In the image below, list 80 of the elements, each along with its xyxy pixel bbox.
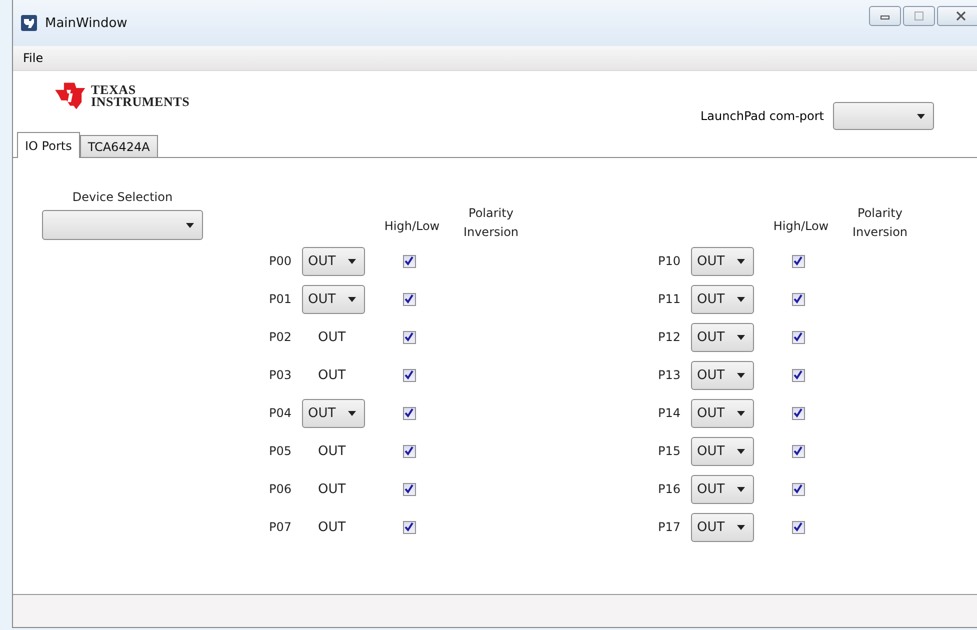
- caret-icon: [737, 486, 745, 492]
- tab[interactable]: IO Ports: [17, 132, 80, 158]
- mode-text: OUT: [317, 368, 347, 382]
- high-low-checkbox[interactable]: [792, 330, 804, 344]
- caret-icon: [737, 372, 745, 378]
- high-low-checkbox[interactable]: [402, 520, 416, 534]
- tab[interactable]: TCA6424A: [80, 135, 158, 157]
- high-low-checkbox[interactable]: [792, 254, 804, 268]
- device-selection-dropdown[interactable]: [42, 210, 203, 240]
- port-label: P04: [269, 406, 293, 420]
- close-icon: [955, 10, 967, 22]
- device-selection-label: Device Selection: [72, 190, 173, 204]
- caret-icon: [737, 524, 745, 530]
- port-label: P14: [658, 406, 682, 420]
- close-button[interactable]: [937, 6, 977, 26]
- caret-icon: [737, 296, 745, 302]
- mode-text: OUT: [317, 444, 347, 458]
- port-label: P05: [269, 444, 293, 458]
- mode-dropdown[interactable]: OUT: [691, 284, 754, 314]
- mode-dropdown[interactable]: OUT: [691, 322, 754, 352]
- logo-text: TEXAS: [91, 84, 137, 96]
- caret-icon: [917, 114, 925, 118]
- port-label: P02: [269, 330, 293, 344]
- mode-dropdown[interactable]: OUT: [691, 474, 754, 504]
- mode-dropdown[interactable]: OUT: [302, 284, 365, 314]
- caret-icon: [737, 258, 745, 264]
- com-port-label: LaunchPad com-port: [700, 109, 824, 123]
- caret-icon: [186, 222, 194, 228]
- port-label: P01: [269, 292, 293, 306]
- high-low-checkbox[interactable]: [792, 368, 804, 382]
- high-low-checkbox[interactable]: [792, 520, 804, 534]
- mode-dropdown[interactable]: OUT: [691, 436, 754, 466]
- high-low-checkbox[interactable]: [402, 444, 416, 458]
- port-label: P10: [658, 254, 682, 268]
- port-label: P03: [269, 368, 293, 382]
- port-label: P06: [269, 482, 293, 496]
- app-icon[interactable]: [21, 15, 37, 31]
- port-label: P13: [658, 368, 682, 382]
- column-header: Polarity Inversion: [851, 205, 909, 241]
- maximize-icon: [913, 10, 925, 22]
- caret-icon: [737, 448, 745, 454]
- caret-icon: [737, 410, 745, 416]
- caret-icon: [348, 410, 356, 416]
- mode-text: OUT: [317, 520, 347, 534]
- port-label: P17: [658, 520, 682, 534]
- mode-dropdown[interactable]: OUT: [302, 246, 365, 276]
- high-low-checkbox[interactable]: [792, 444, 804, 458]
- high-low-checkbox[interactable]: [792, 292, 804, 306]
- minimize-button[interactable]: [869, 6, 901, 26]
- column-header: High/Low: [383, 219, 441, 233]
- port-label: P00: [269, 254, 293, 268]
- high-low-checkbox[interactable]: [402, 368, 416, 382]
- mode-dropdown[interactable]: OUT: [691, 360, 754, 390]
- caret-icon: [348, 258, 356, 264]
- high-low-checkbox[interactable]: [402, 406, 416, 420]
- mode-dropdown[interactable]: OUT: [691, 398, 754, 428]
- high-low-checkbox[interactable]: [402, 292, 416, 306]
- logo-text: INSTRUMENTS: [91, 96, 190, 108]
- menu-item[interactable]: File: [23, 51, 44, 65]
- port-label: P07: [269, 520, 293, 534]
- mode-text: OUT: [317, 482, 347, 496]
- mode-dropdown[interactable]: OUT: [302, 398, 365, 428]
- high-low-checkbox[interactable]: [402, 482, 416, 496]
- port-label: P16: [658, 482, 682, 496]
- mode-dropdown[interactable]: OUT: [691, 512, 754, 542]
- port-label: P15: [658, 444, 682, 458]
- mode-dropdown[interactable]: OUT: [691, 246, 754, 276]
- com-port-dropdown[interactable]: [833, 102, 934, 130]
- high-low-checkbox[interactable]: [402, 330, 416, 344]
- high-low-checkbox[interactable]: [792, 406, 804, 420]
- port-label: P12: [658, 330, 682, 344]
- port-label: P11: [658, 292, 682, 306]
- caret-icon: [348, 296, 356, 302]
- caret-icon: [737, 334, 745, 340]
- mode-text: OUT: [317, 330, 347, 344]
- column-header: High/Low: [772, 219, 830, 233]
- column-header: Polarity Inversion: [462, 205, 520, 241]
- high-low-checkbox[interactable]: [402, 254, 416, 268]
- high-low-checkbox[interactable]: [792, 482, 804, 496]
- window-title: MainWindow: [45, 16, 128, 30]
